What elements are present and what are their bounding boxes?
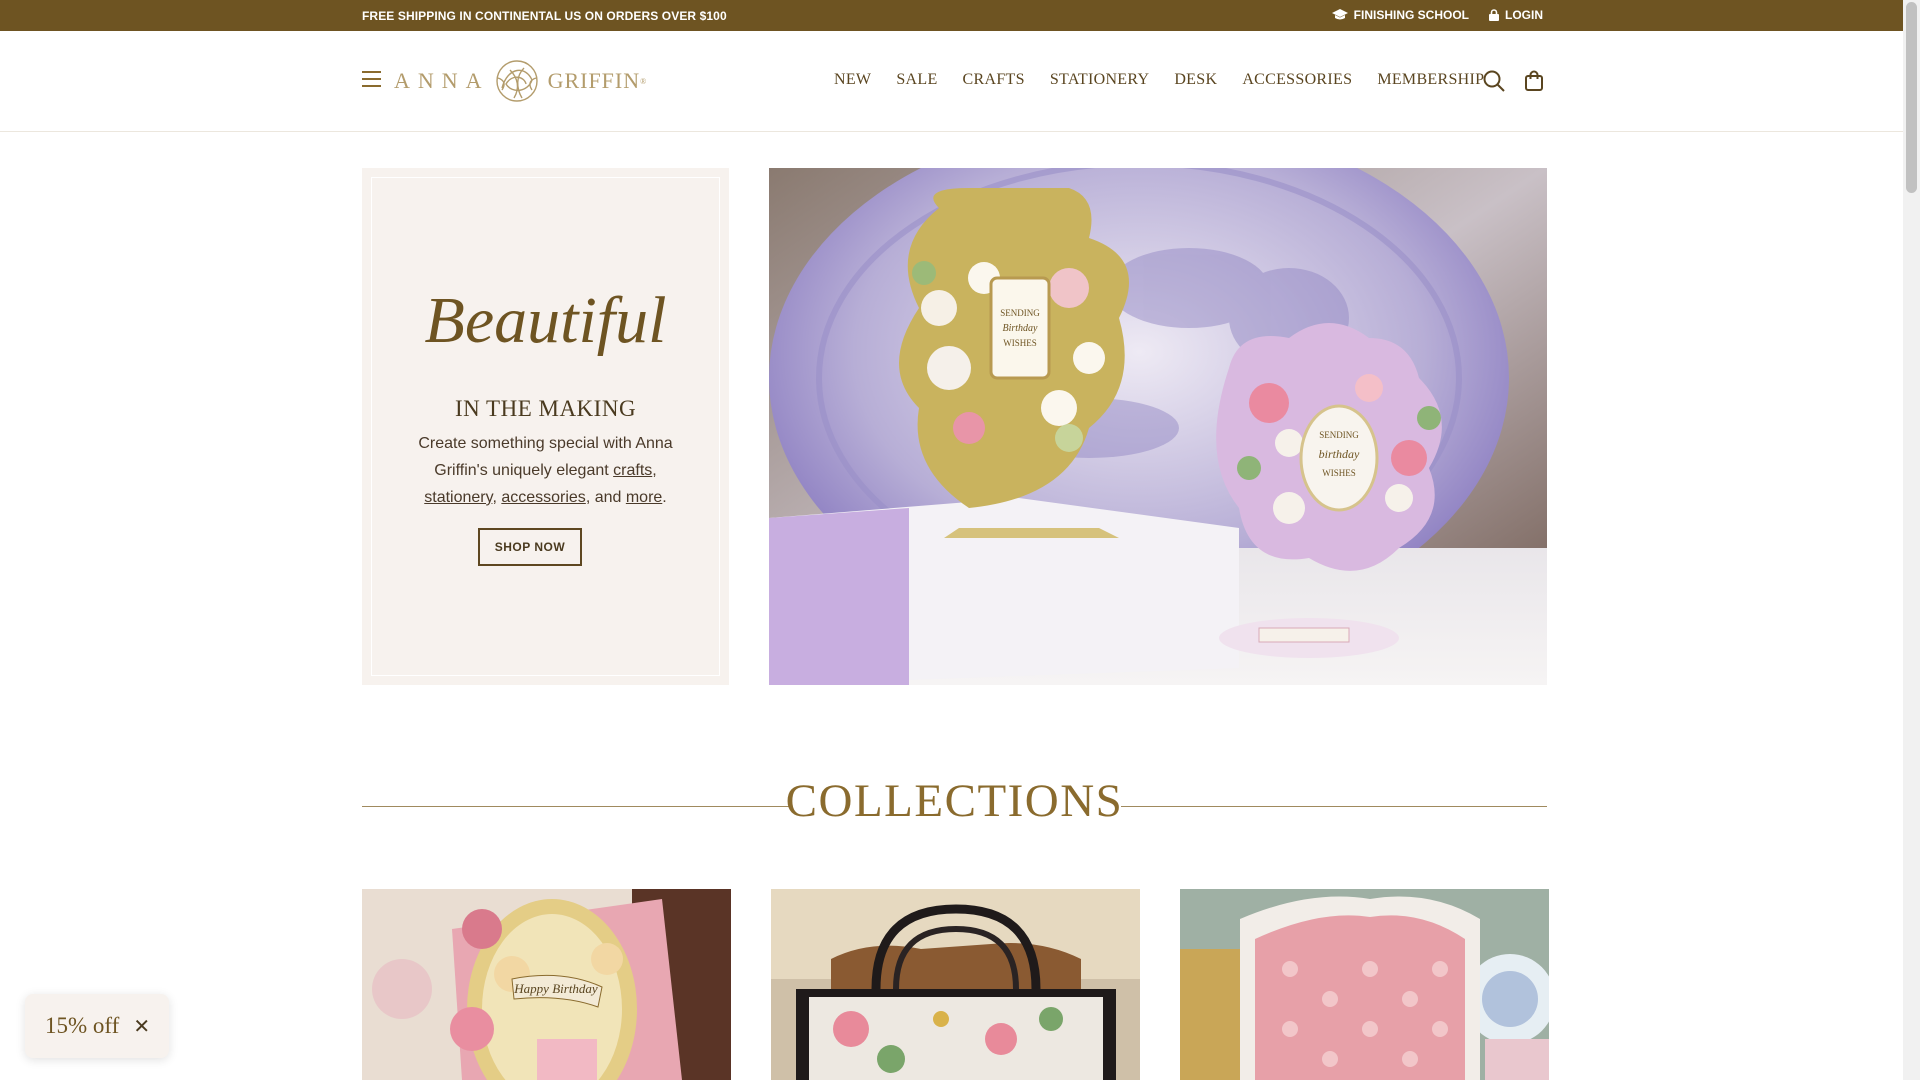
utility-links: FINISHING SCHOOL LOGIN xyxy=(1331,8,1543,22)
discount-label: 15% off xyxy=(45,1013,120,1038)
hero-product-image: SENDING Birthday WISHES SENDING birthday… xyxy=(769,168,1547,685)
main-nav: NEW SALE CRAFTS STATIONERY DESK ACCESSOR… xyxy=(834,71,1484,89)
nav-desk[interactable]: DESK xyxy=(1174,71,1217,89)
birthday-card-text: Happy Birthday xyxy=(513,981,598,996)
header-actions xyxy=(1482,69,1546,93)
collections-header: COLLECTIONS xyxy=(362,774,1547,832)
shopping-bag-icon[interactable] xyxy=(1522,69,1546,93)
discount-tab[interactable]: 15% off ✕ xyxy=(25,994,169,1058)
collection-card-envelopes[interactable] xyxy=(1180,889,1549,1080)
crafts-link[interactable]: crafts xyxy=(613,462,652,479)
site-header: ANNA GRIFFIN ® NEW SALE CRAFTS STATIONER… xyxy=(0,31,1903,132)
card-1-line-2: Birthday xyxy=(1003,323,1039,334)
hero-card-frame: Beautiful IN THE MAKING Create something… xyxy=(371,177,720,676)
scrollbar-thumb[interactable] xyxy=(1906,2,1917,193)
collections-divider-right xyxy=(1121,806,1547,807)
card-2-line-3: WISHES xyxy=(1322,468,1356,478)
login-link[interactable]: LOGIN xyxy=(1489,8,1543,22)
hero-text-part-5: . xyxy=(662,489,667,506)
logo-monogram-icon xyxy=(495,60,538,102)
card-1-line-1: SENDING xyxy=(1000,308,1040,318)
nav-membership[interactable]: MEMBERSHIP xyxy=(1377,71,1484,89)
nav-stationery[interactable]: STATIONERY xyxy=(1050,71,1150,89)
lock-icon xyxy=(1489,9,1499,21)
card-2-line-2: birthday xyxy=(1319,447,1360,461)
hero-script-title: Beautiful xyxy=(424,284,667,357)
collection-card-bags[interactable] xyxy=(771,889,1140,1080)
nav-sale[interactable]: SALE xyxy=(896,71,937,89)
anna-griffin-logo[interactable]: ANNA GRIFFIN ® xyxy=(394,57,646,105)
collection-card-birthday[interactable]: Happy Birthday xyxy=(362,889,731,1080)
hero-text-part-3: , xyxy=(492,489,502,506)
page-scrollbar[interactable] xyxy=(1903,0,1920,1080)
shop-now-button[interactable]: SHOP NOW xyxy=(478,528,582,566)
finishing-school-label: FINISHING SCHOOL xyxy=(1353,8,1469,22)
more-link[interactable]: more xyxy=(626,489,662,506)
hero-text-part-4: , and xyxy=(585,489,626,506)
hero-description: Create something special with Anna Griff… xyxy=(408,430,683,511)
announcement-bar: FREE SHIPPING IN CONTINENTAL US ON ORDER… xyxy=(0,0,1903,31)
close-icon[interactable]: ✕ xyxy=(133,1014,150,1039)
logo-trademark: ® xyxy=(640,76,647,86)
accessories-link[interactable]: accessories xyxy=(501,489,585,506)
shipping-banner-text: FREE SHIPPING IN CONTINENTAL US ON ORDER… xyxy=(362,9,727,23)
nav-new[interactable]: NEW xyxy=(834,71,871,89)
graduation-cap-icon xyxy=(1331,9,1348,20)
collections-title: COLLECTIONS xyxy=(785,775,1124,827)
nav-crafts[interactable]: CRAFTS xyxy=(963,71,1025,89)
menu-hamburger-icon[interactable] xyxy=(362,71,381,87)
finishing-school-link[interactable]: FINISHING SCHOOL xyxy=(1331,8,1469,22)
search-icon[interactable] xyxy=(1482,69,1506,93)
card-1-line-3: WISHES xyxy=(1003,338,1037,348)
card-2-line-1: SENDING xyxy=(1319,430,1359,440)
hero-text-part-2: , xyxy=(652,462,657,479)
hero-subtitle: IN THE MAKING xyxy=(454,396,637,421)
hero-text-card: Beautiful IN THE MAKING Create something… xyxy=(362,168,729,685)
logo-word-griffin: GRIFFIN xyxy=(547,68,641,93)
logo-word-anna: ANNA xyxy=(394,68,490,93)
login-label: LOGIN xyxy=(1505,8,1543,22)
stationery-link[interactable]: stationery xyxy=(424,489,492,506)
nav-accessories[interactable]: ACCESSORIES xyxy=(1242,71,1352,89)
